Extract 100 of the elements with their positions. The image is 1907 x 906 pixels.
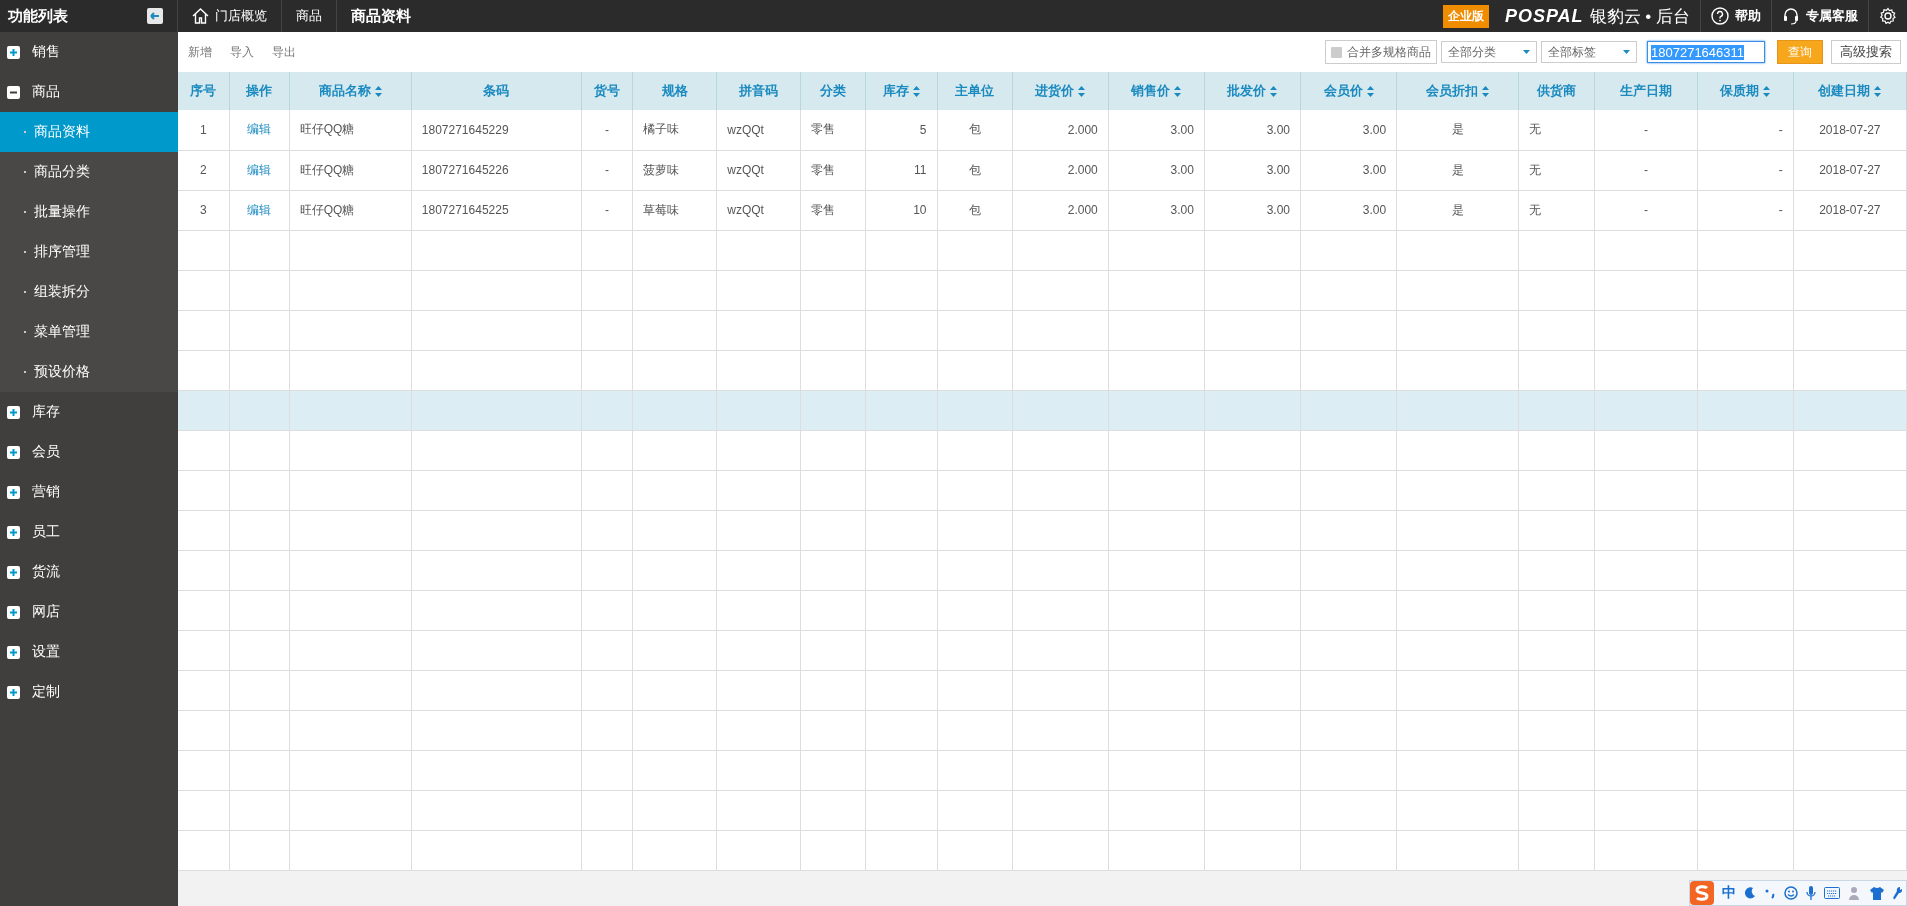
table-cell: 是	[1396, 150, 1519, 190]
collapse-button[interactable]	[147, 8, 163, 24]
table-cell: 草莓味	[632, 190, 717, 230]
table-cell: 3	[178, 190, 230, 230]
brand-logo: POSPAL	[1504, 5, 1584, 27]
table-cell: 1	[178, 110, 230, 150]
user-icon[interactable]	[1848, 886, 1862, 900]
punctuation-icon[interactable]	[1764, 887, 1776, 899]
table-cell: 3.00	[1204, 150, 1301, 190]
sort-icon[interactable]	[1174, 86, 1182, 98]
plus-icon	[7, 645, 20, 659]
plus-icon	[7, 525, 20, 539]
edition-badge: 企业版	[1442, 4, 1489, 28]
table-cell: 3.00	[1300, 150, 1397, 190]
sidebar-group[interactable]: 销售	[0, 32, 178, 72]
edit-link[interactable]: 编辑	[229, 190, 290, 230]
table-cell: wzQQt	[716, 190, 801, 230]
column-header: 供货商	[1518, 72, 1595, 110]
toolbar-link[interactable]: 导入	[230, 43, 254, 61]
edit-link[interactable]: 编辑	[229, 150, 290, 190]
table-cell: -	[1697, 150, 1794, 190]
advanced-search-button[interactable]: 高级搜索	[1831, 40, 1901, 64]
sidebar-group[interactable]: 营销	[0, 472, 178, 512]
column-header: 分类	[800, 72, 866, 110]
filter-dropdown[interactable]: 全部标签	[1541, 41, 1637, 63]
plus-icon	[7, 685, 20, 699]
sort-icon[interactable]	[374, 86, 382, 98]
table-cell: 无	[1518, 110, 1595, 150]
wrench-icon[interactable]	[1892, 886, 1902, 900]
microphone-icon[interactable]	[1806, 886, 1816, 900]
toolbar-link[interactable]: 导出	[272, 43, 296, 61]
caret-icon	[1523, 50, 1530, 54]
sidebar-group[interactable]: 设置	[0, 632, 178, 672]
table-cell: 2018-07-27	[1793, 190, 1907, 230]
table-cell: 是	[1396, 110, 1519, 150]
sidebar-item[interactable]: 批量操作	[0, 192, 178, 232]
shirt-icon[interactable]	[1870, 886, 1884, 900]
table-cell: 3.00	[1108, 190, 1205, 230]
table-cell: 包	[937, 190, 1013, 230]
sort-icon[interactable]	[1078, 86, 1086, 98]
sidebar-item[interactable]: 商品分类	[0, 152, 178, 192]
toolbar-link[interactable]: 新增	[188, 43, 212, 61]
table-cell: 无	[1518, 190, 1595, 230]
moon-icon[interactable]	[1744, 887, 1756, 899]
column-header: 拼音码	[716, 72, 801, 110]
sidebar-group[interactable]: 库存	[0, 392, 178, 432]
table-cell: wzQQt	[716, 110, 801, 150]
sort-icon[interactable]	[1366, 86, 1374, 98]
column-header: 操作	[229, 72, 290, 110]
merge-checkbox[interactable]: 合并多规格商品	[1325, 40, 1437, 64]
settings-icon	[1879, 7, 1897, 25]
table-cell: 2.000	[1012, 110, 1109, 150]
product-name: 银豹云 • 后台	[1589, 5, 1690, 28]
sidebar-item[interactable]: 菜单管理	[0, 312, 178, 352]
table-cell: 10	[865, 190, 937, 230]
table-cell: 3.00	[1300, 110, 1397, 150]
table-cell: 旺仔QQ糖	[289, 190, 412, 230]
sidebar-group[interactable]: 商品	[0, 72, 178, 112]
sidebar-item[interactable]: 组装拆分	[0, 272, 178, 312]
table-cell: 2.000	[1012, 150, 1109, 190]
table-cell: -	[581, 190, 633, 230]
smiley-icon[interactable]	[1784, 886, 1798, 900]
column-header: 规格	[632, 72, 717, 110]
sidebar-item[interactable]: 排序管理	[0, 232, 178, 272]
table-cell: 3.00	[1108, 110, 1205, 150]
sort-icon[interactable]	[1763, 86, 1771, 98]
table-cell: -	[1697, 190, 1794, 230]
sidebar-item[interactable]: 预设价格	[0, 352, 178, 392]
sidebar-group[interactable]: 定制	[0, 672, 178, 712]
breadcrumb-link[interactable]: 商品资料	[337, 0, 425, 32]
table-cell: -	[581, 150, 633, 190]
sidebar-group[interactable]: 员工	[0, 512, 178, 552]
table-cell: 包	[937, 150, 1013, 190]
minus-icon	[7, 85, 20, 99]
plus-icon	[7, 405, 20, 419]
column-header: 序号	[178, 72, 230, 110]
sort-icon[interactable]	[1874, 86, 1882, 98]
sidebar-group[interactable]: 货流	[0, 552, 178, 592]
ime-mode[interactable]: 中	[1722, 884, 1736, 902]
edit-link[interactable]: 编辑	[229, 110, 290, 150]
table-cell: -	[1594, 110, 1698, 150]
table-cell: 零售	[800, 190, 866, 230]
table-cell: 包	[937, 110, 1013, 150]
table-cell: 11	[865, 150, 937, 190]
table-cell: 旺仔QQ糖	[289, 150, 412, 190]
sidebar-group[interactable]: 网店	[0, 592, 178, 632]
column-header: 条码	[411, 72, 582, 110]
sidebar-group[interactable]: 会员	[0, 432, 178, 472]
keyboard-icon[interactable]	[1824, 887, 1840, 899]
headset-icon	[1782, 7, 1800, 25]
filter-dropdown[interactable]: 全部分类	[1441, 41, 1537, 63]
help-icon	[1711, 7, 1729, 25]
sort-icon[interactable]	[1270, 86, 1278, 98]
sort-icon[interactable]	[912, 86, 920, 98]
table-cell: 2018-07-27	[1793, 150, 1907, 190]
sort-icon[interactable]	[1482, 86, 1490, 98]
table-cell: -	[1594, 190, 1698, 230]
home-icon	[192, 8, 209, 24]
column-header: 货号	[581, 72, 633, 110]
table-cell: 菠萝味	[632, 150, 717, 190]
